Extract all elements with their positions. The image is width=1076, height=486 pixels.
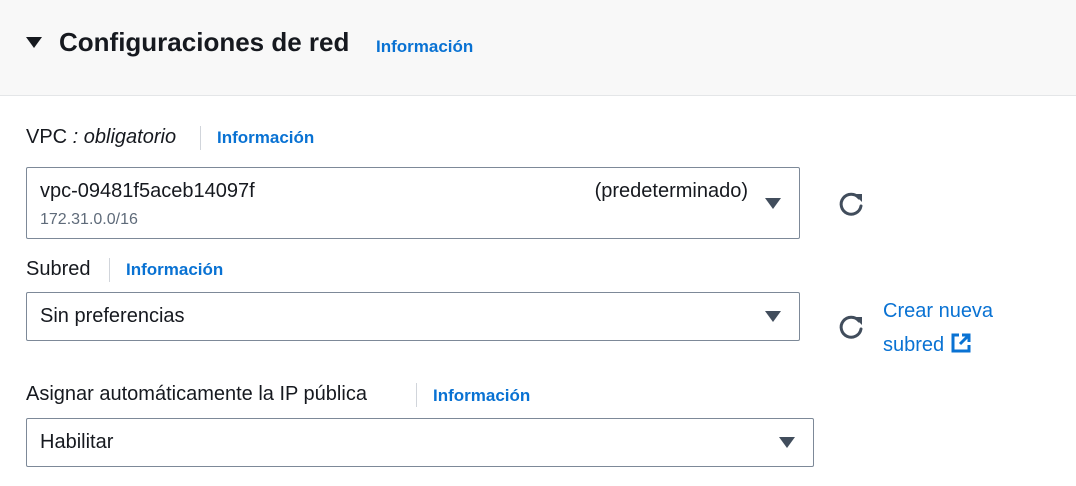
vpc-selected-tag: (predeterminado) — [594, 180, 748, 202]
subnet-refresh-icon[interactable] — [836, 312, 866, 342]
subnet-label: Subred — [26, 258, 91, 280]
vpc-refresh-icon[interactable] — [836, 189, 866, 219]
subnet-info-link[interactable]: Información — [126, 260, 223, 280]
create-subnet-link-line1: Crear nueva — [883, 300, 994, 322]
public-ip-label-separator — [416, 383, 417, 407]
vpc-label: VPC : obligatorio — [26, 126, 176, 149]
public-ip-caret-down-icon — [779, 437, 795, 448]
public-ip-select[interactable]: Habilitar — [26, 418, 814, 467]
caret-down-icon[interactable] — [26, 37, 42, 48]
create-subnet-link-line2: subred — [883, 334, 945, 356]
subnet-label-separator — [109, 258, 110, 282]
vpc-select[interactable]: vpc-09481f5aceb14097f (predeterminado) 1… — [26, 167, 800, 239]
section-info-link[interactable]: Información — [376, 37, 473, 57]
vpc-label-text: VPC — [26, 126, 68, 148]
public-ip-selected-value: Habilitar — [40, 431, 114, 453]
external-link-icon — [951, 333, 971, 353]
section-title[interactable]: Configuraciones de red — [59, 27, 349, 58]
vpc-caret-down-icon — [765, 198, 781, 209]
public-ip-label: Asignar automáticamente la IP pública — [26, 383, 367, 405]
vpc-cidr: 172.31.0.0/16 — [40, 211, 138, 228]
subnet-selected-value: Sin preferencias — [40, 305, 185, 327]
subnet-caret-down-icon — [765, 311, 781, 322]
public-ip-info-link[interactable]: Información — [433, 386, 530, 406]
vpc-required-text: : obligatorio — [67, 126, 177, 148]
vpc-info-link[interactable]: Información — [217, 128, 314, 148]
subnet-select[interactable]: Sin preferencias — [26, 292, 800, 341]
vpc-label-separator — [200, 126, 201, 150]
create-subnet-link[interactable]: Crear nueva subred — [883, 294, 993, 362]
section-header: Configuraciones de red Información — [0, 0, 1076, 96]
vpc-selected-value: vpc-09481f5aceb14097f — [40, 180, 255, 202]
